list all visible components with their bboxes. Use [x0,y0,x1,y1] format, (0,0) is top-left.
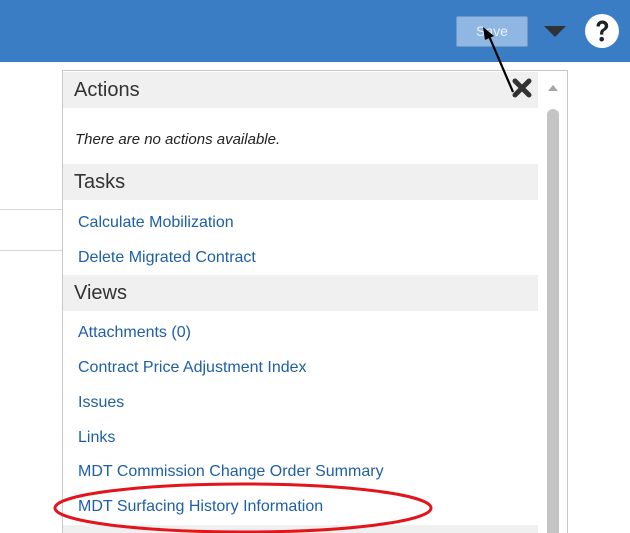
scrollbar-thumb[interactable] [547,109,559,533]
close-icon[interactable] [511,77,533,99]
view-mdt-commission-change-order-summary[interactable]: MDT Commission Change Order Summary [78,463,384,481]
tasks-heading: Tasks [63,164,538,200]
next-section-heading [63,525,538,533]
background-divider [0,250,62,251]
view-links[interactable]: Links [78,429,115,447]
app-window: Save Actions There are no actions availa… [0,0,630,533]
view-attachments[interactable]: Attachments (0) [78,324,191,342]
vertical-scrollbar[interactable] [539,71,567,533]
no-actions-message: There are no actions available. [75,131,281,148]
actions-dropdown-panel: Actions There are no actions available. … [62,70,568,533]
view-issues[interactable]: Issues [78,394,124,412]
view-contract-price-adjustment-index[interactable]: Contract Price Adjustment Index [78,359,307,377]
task-delete-migrated-contract[interactable]: Delete Migrated Contract [78,249,256,267]
caret-down-icon[interactable] [544,26,566,37]
views-heading: Views [63,275,538,311]
save-button[interactable]: Save [456,16,528,47]
view-mdt-surfacing-history-information[interactable]: MDT Surfacing History Information [78,498,323,516]
help-icon[interactable] [584,13,620,49]
actions-heading: Actions [63,72,538,108]
scroll-up-arrow-icon[interactable] [548,85,558,91]
top-toolbar: Save [0,0,630,62]
task-calculate-mobilization[interactable]: Calculate Mobilization [78,214,234,232]
background-divider [0,209,62,210]
